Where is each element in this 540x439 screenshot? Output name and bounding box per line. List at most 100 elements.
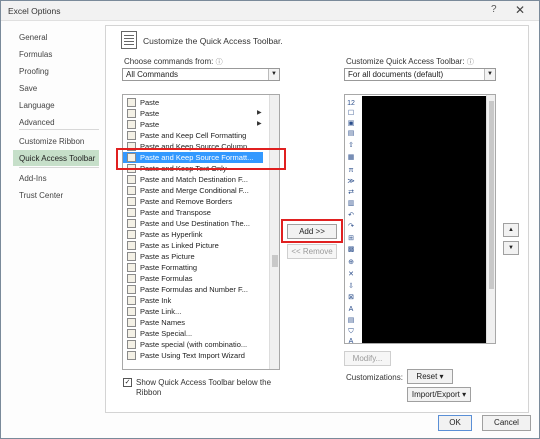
list-item[interactable]: Paste Ink (123, 295, 263, 306)
help-icon[interactable]: ? (491, 4, 497, 15)
submenu-arrow-icon: ▶ (257, 110, 262, 116)
import-export-button[interactable]: Import/Export ▾ (407, 387, 471, 402)
qat-item-icon[interactable]: ▣ (346, 120, 356, 128)
list-item[interactable]: Paste Using Text Import Wizard (123, 350, 263, 361)
sidebar-item-customize-ribbon[interactable]: Customize Ribbon (13, 133, 99, 149)
cancel-button[interactable]: Cancel (482, 415, 531, 431)
reset-button[interactable]: Reset ▾ (407, 369, 453, 384)
modify-button[interactable]: Modify... (344, 351, 391, 366)
list-item[interactable]: Paste (123, 97, 263, 108)
list-item[interactable]: Paste and Remove Borders (123, 196, 263, 207)
show-below-ribbon-label: Show Quick Access Toolbar below the Ribb… (136, 378, 272, 397)
list-item[interactable]: Paste and Merge Conditional F... (123, 185, 263, 196)
linked-picture-icon (127, 241, 136, 250)
qat-item-icon[interactable]: ▩ (346, 246, 356, 254)
qat-item-icon[interactable]: ⊕ (346, 259, 356, 267)
paste-icon (127, 340, 136, 349)
qat-item-icon[interactable]: A (346, 306, 356, 314)
qat-item-icon[interactable]: ⊞ (346, 235, 356, 243)
list-item[interactable]: Paste as Linked Picture (123, 240, 263, 251)
list-item[interactable]: Paste and Match Destination F... (123, 174, 263, 185)
paste-icon (127, 98, 136, 107)
sidebar-item-save[interactable]: Save (13, 80, 99, 96)
qat-item-icon[interactable]: ⊠ (346, 294, 356, 302)
excel-options-dialog: Excel Options ? ✕ General Formulas Proof… (0, 0, 540, 439)
title-bar: Excel Options ? ✕ (1, 1, 539, 21)
commands-list[interactable]: Paste Paste ▶ Paste ▶ Paste and Keep Cell … (122, 94, 280, 370)
options-sidebar: General Formulas Proofing Save Language … (11, 25, 101, 410)
qat-item-icon[interactable]: ✕ (346, 271, 356, 279)
list-item[interactable]: Paste and Transpose (123, 207, 263, 218)
paste-icon (127, 131, 136, 140)
qat-item-icon[interactable]: ⇩ (346, 283, 356, 291)
qat-item-icon[interactable]: ⛉ (346, 328, 356, 336)
qat-item-icon[interactable]: ▤ (346, 317, 356, 325)
sidebar-item-trust-center[interactable]: Trust Center (13, 187, 99, 203)
paste-icon (127, 351, 136, 360)
list-item[interactable]: Paste Formulas (123, 273, 263, 284)
qat-item-icon[interactable]: ↶ (346, 212, 356, 220)
qat-item-icon[interactable]: ≫ (346, 178, 356, 186)
list-item[interactable]: Paste and Keep Cell Formatting (123, 130, 263, 141)
qat-item-icon[interactable]: A (346, 338, 356, 346)
list-item[interactable]: Paste Special... (123, 328, 263, 339)
qat-item-icon[interactable]: ⇧ (346, 142, 356, 150)
chevron-down-icon[interactable]: ▼ (484, 69, 495, 80)
commands-scrollbar[interactable] (269, 95, 279, 369)
qat-scrollbar[interactable] (486, 95, 495, 343)
formula-icon (127, 285, 136, 294)
scrollbar-thumb[interactable] (489, 101, 494, 289)
show-below-ribbon-checkbox[interactable]: ✓ (123, 378, 132, 387)
toolbar-icon (121, 31, 137, 49)
list-item[interactable]: Paste special (with combinatio... (123, 339, 263, 350)
paste-icon (127, 318, 136, 327)
sidebar-item-general[interactable]: General (13, 29, 99, 45)
qat-item-icon[interactable]: ▦ (346, 154, 356, 162)
sidebar-divider (19, 167, 99, 168)
sidebar-item-advanced[interactable]: Advanced (13, 114, 99, 130)
list-item[interactable]: Paste ▶ (123, 108, 263, 119)
remove-button[interactable]: << Remove (287, 244, 337, 259)
customizations-label: Customizations: (346, 373, 403, 382)
paste-icon (127, 307, 136, 316)
qat-item-icon[interactable]: 12 (346, 100, 356, 108)
paste-icon (127, 175, 136, 184)
paste-icon (127, 186, 136, 195)
choose-commands-select[interactable]: All Commands ▼ (122, 68, 280, 81)
list-item[interactable]: Paste Formatting (123, 262, 263, 273)
sidebar-item-add-ins[interactable]: Add-Ins (13, 170, 99, 186)
list-item[interactable]: Paste as Picture (123, 251, 263, 262)
info-icon: ⓘ (466, 59, 474, 66)
customize-qat-select[interactable]: For all documents (default) ▼ (344, 68, 496, 81)
ok-button[interactable]: OK (438, 415, 472, 431)
hyperlink-icon (127, 230, 136, 239)
list-item[interactable]: Paste Names (123, 317, 263, 328)
paste-icon (127, 120, 136, 129)
sidebar-item-proofing[interactable]: Proofing (13, 63, 99, 79)
submenu-arrow-icon: ▶ (257, 121, 262, 127)
qat-item-icon[interactable]: π (346, 167, 356, 175)
qat-item-icon[interactable]: ▤ (346, 130, 356, 138)
list-item[interactable]: Paste Link... (123, 306, 263, 317)
list-item[interactable]: Paste Formulas and Number F... (123, 284, 263, 295)
qat-commands-list[interactable] (344, 94, 496, 344)
list-item[interactable]: Paste as Hyperlink (123, 229, 263, 240)
move-up-button[interactable]: ▲ (503, 223, 519, 237)
sidebar-item-language[interactable]: Language (13, 97, 99, 113)
qat-item-icon[interactable]: ☐ (346, 110, 356, 118)
list-item[interactable]: Paste ▶ (123, 119, 263, 130)
qat-item-icon[interactable]: ↷ (346, 223, 356, 231)
qat-item-icon[interactable]: ▥ (346, 200, 356, 208)
scrollbar-thumb[interactable] (272, 255, 278, 267)
sidebar-item-quick-access-toolbar[interactable]: Quick Access Toolbar (13, 150, 99, 166)
choose-commands-value: All Commands (126, 70, 179, 79)
list-item[interactable]: Paste and Use Destination The... (123, 218, 263, 229)
chevron-down-icon[interactable]: ▼ (268, 69, 279, 80)
sidebar-divider (19, 129, 99, 130)
qat-item-icon[interactable]: ⇄ (346, 189, 356, 197)
close-icon[interactable]: ✕ (515, 3, 525, 17)
move-down-button[interactable]: ▼ (503, 241, 519, 255)
sidebar-item-formulas[interactable]: Formulas (13, 46, 99, 62)
paste-icon (127, 329, 136, 338)
highlight-add-button (281, 219, 343, 243)
